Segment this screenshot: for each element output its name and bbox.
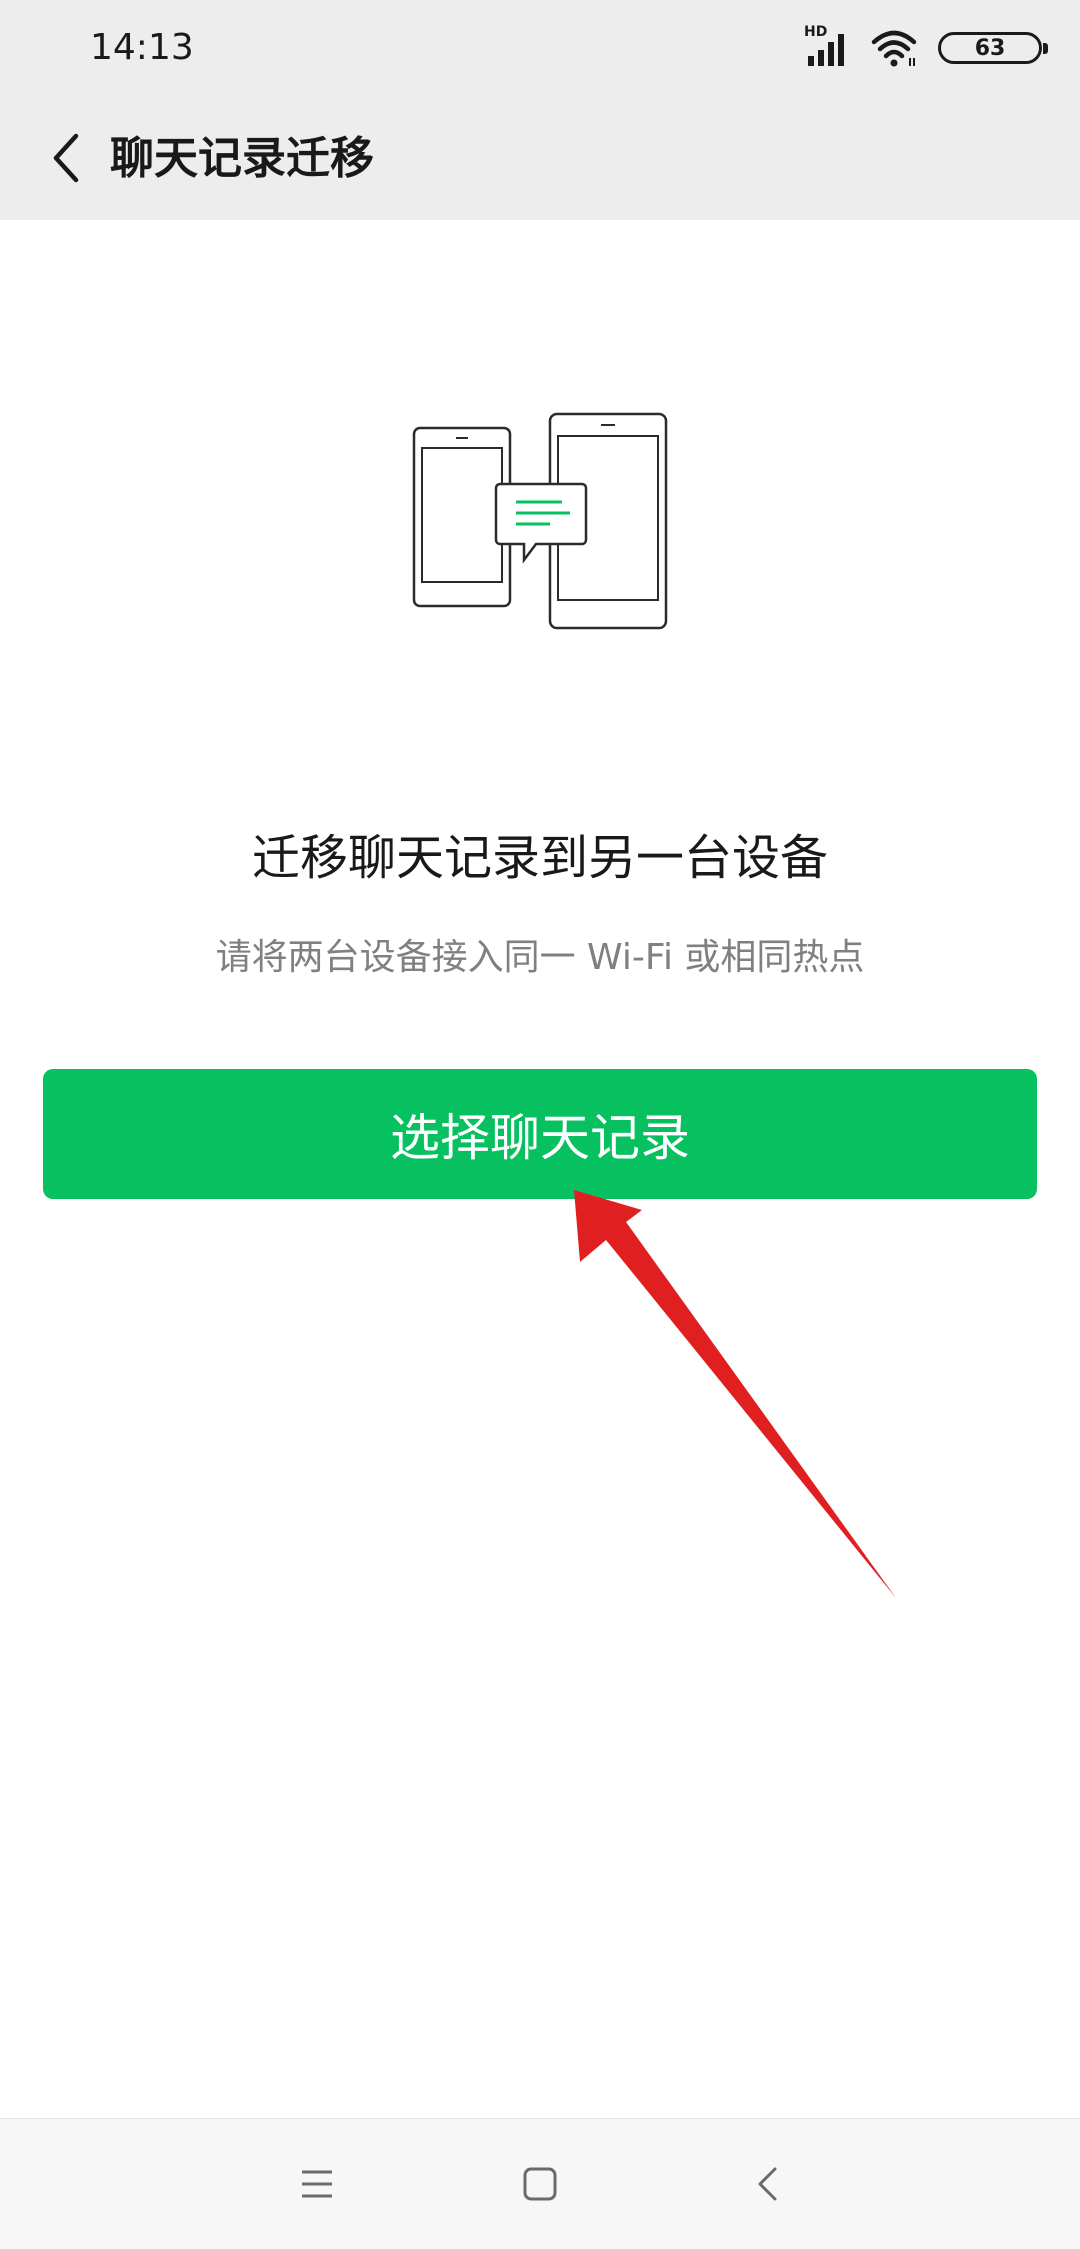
nav-back-button[interactable] bbox=[727, 2144, 807, 2224]
battery-icon: 63 bbox=[938, 32, 1048, 64]
app-bar: 聊天记录迁移 bbox=[0, 96, 1080, 220]
status-icons: HD 63 bbox=[804, 24, 1048, 70]
phone-transfer-icon bbox=[412, 412, 668, 630]
network-type-label: HD bbox=[804, 24, 828, 40]
chevron-left-icon bbox=[53, 133, 79, 183]
system-nav-bar bbox=[0, 2118, 1080, 2249]
home-icon bbox=[523, 2167, 557, 2201]
select-chat-history-button[interactable]: 选择聊天记录 bbox=[43, 1069, 1037, 1199]
menu-icon bbox=[302, 2170, 332, 2198]
wifi-icon bbox=[871, 30, 917, 67]
back-icon bbox=[758, 2167, 777, 2201]
nav-menu-button[interactable] bbox=[277, 2144, 357, 2224]
nav-home-button[interactable] bbox=[500, 2144, 580, 2224]
instruction-text: 请将两台设备接入同一 Wi-Fi 或相同热点 bbox=[215, 937, 865, 978]
status-bar: 14:13 HD 63 bbox=[0, 0, 1080, 96]
status-time: 14:13 bbox=[90, 27, 194, 68]
headline: 迁移聊天记录到另一台设备 bbox=[251, 830, 828, 886]
page-title: 聊天记录迁移 bbox=[110, 133, 374, 184]
signal-icon: HD bbox=[804, 24, 850, 68]
back-button[interactable] bbox=[26, 118, 106, 198]
